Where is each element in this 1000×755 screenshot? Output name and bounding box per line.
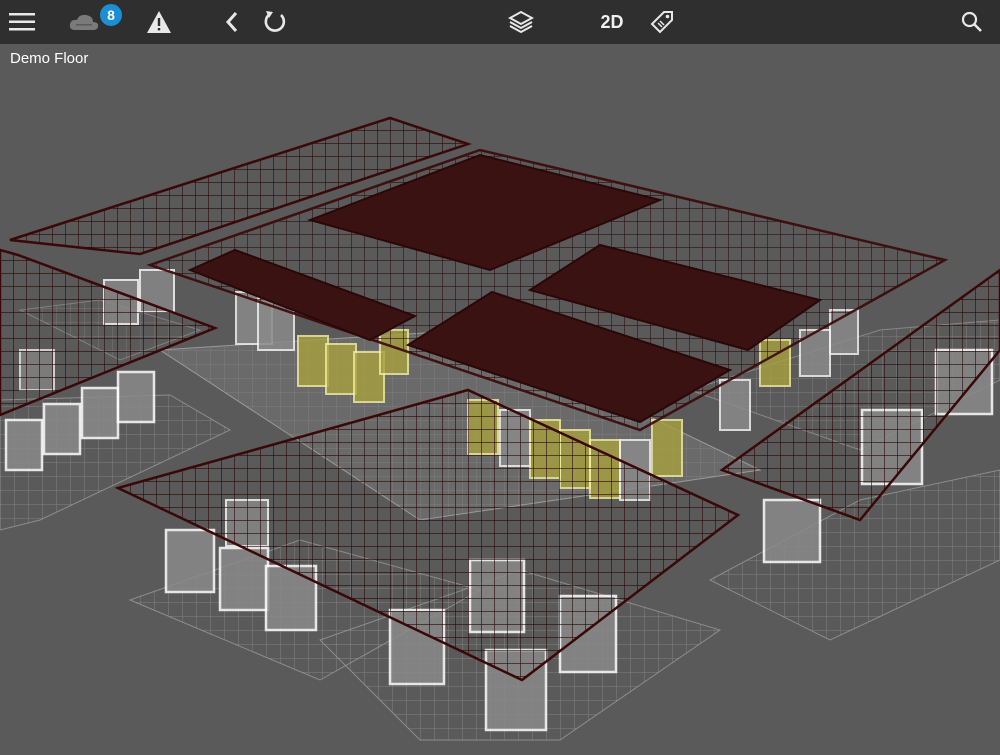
cloud-sync-icon[interactable]	[64, 0, 104, 44]
hamburger-menu-icon[interactable]	[4, 0, 40, 44]
floor-title: Demo Floor	[10, 50, 89, 67]
floor-3d-viewport[interactable]	[0, 44, 1000, 750]
tag-icon[interactable]	[646, 0, 678, 44]
refresh-icon[interactable]	[258, 0, 292, 44]
layers-icon[interactable]	[504, 0, 538, 44]
view-mode-label: 2D	[600, 11, 624, 32]
warning-triangle-icon[interactable]	[142, 0, 176, 44]
notification-badge[interactable]: 8	[98, 2, 124, 28]
chevron-left-icon[interactable]	[218, 0, 246, 44]
search-icon[interactable]	[956, 0, 988, 44]
top-toolbar: 8 2D	[0, 0, 1000, 44]
view-mode-toggle-button[interactable]: 2D	[590, 0, 634, 44]
floor-3d-scene[interactable]	[0, 44, 1000, 750]
